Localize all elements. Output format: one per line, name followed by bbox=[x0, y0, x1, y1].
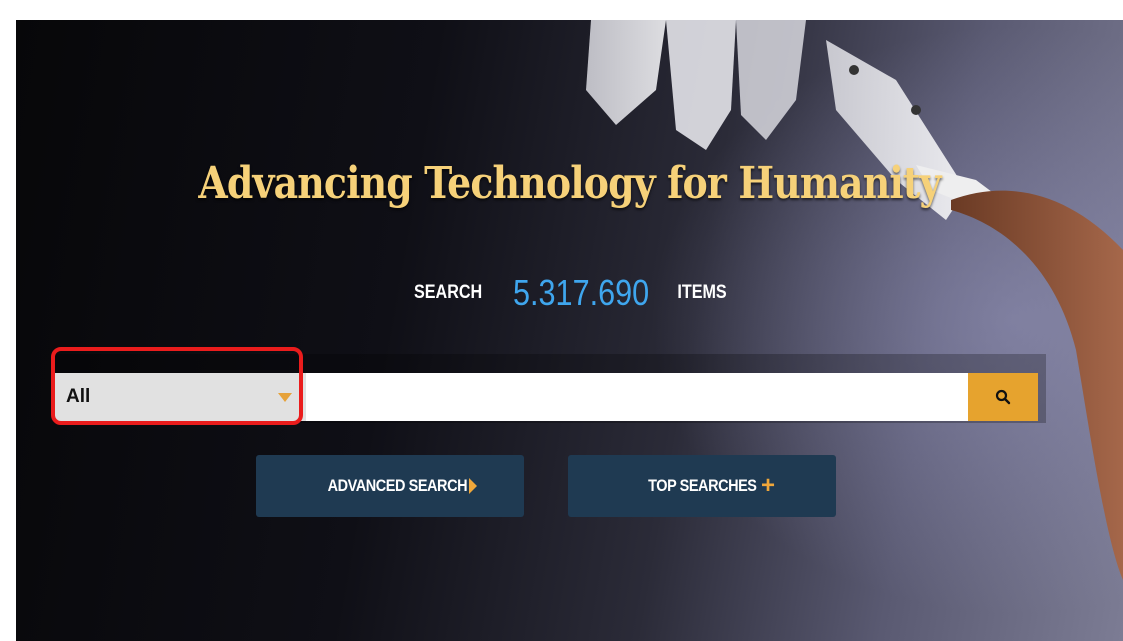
item-count-line: SEARCH 5.317.690 ITEMS bbox=[16, 272, 1123, 314]
plus-icon: + bbox=[761, 472, 775, 499]
search-bar: All bbox=[54, 373, 1038, 421]
robot-hand-image bbox=[586, 20, 1123, 580]
advanced-search-button[interactable]: ADVANCED SEARCH bbox=[256, 455, 524, 517]
search-button[interactable] bbox=[968, 373, 1038, 421]
chevron-down-icon bbox=[278, 393, 292, 402]
category-select-value: All bbox=[66, 386, 91, 407]
top-searches-button[interactable]: TOP SEARCHES + bbox=[568, 455, 836, 517]
search-input[interactable] bbox=[306, 373, 968, 421]
search-icon bbox=[995, 389, 1011, 405]
hero-banner: Advancing Technology for Humanity SEARCH… bbox=[16, 20, 1123, 641]
items-word: ITEMS bbox=[677, 282, 727, 303]
advanced-search-label: ADVANCED SEARCH bbox=[327, 476, 468, 495]
category-select[interactable]: All bbox=[54, 373, 306, 421]
triangle-right-icon bbox=[469, 478, 478, 494]
search-word: SEARCH bbox=[413, 282, 483, 303]
top-searches-label: TOP SEARCHES bbox=[648, 476, 758, 495]
page-title: Advancing Technology for Humanity bbox=[198, 158, 941, 209]
item-count: 5.317.690 bbox=[512, 272, 649, 313]
